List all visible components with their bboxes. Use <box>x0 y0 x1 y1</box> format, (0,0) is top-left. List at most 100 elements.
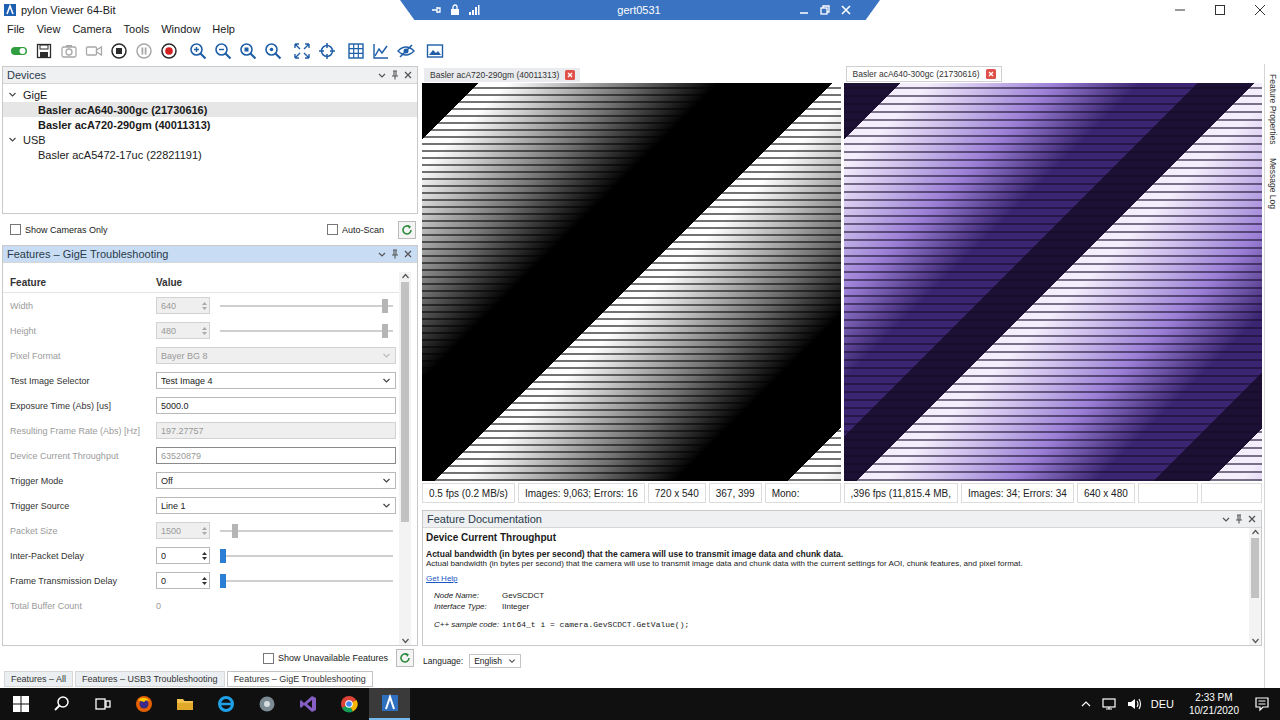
image-button[interactable] <box>425 41 444 61</box>
grid-button[interactable] <box>346 41 365 61</box>
zoom-out-button[interactable] <box>213 41 232 61</box>
device-item[interactable]: Basler acA5472-17uc (22821191) <box>3 147 417 162</box>
close-tab-icon[interactable] <box>986 69 996 79</box>
slider[interactable] <box>220 573 393 589</box>
show-unavailable-checkbox[interactable]: Show Unavailable Features <box>263 653 388 664</box>
record-button[interactable] <box>159 41 178 61</box>
close-icon[interactable] <box>403 249 413 259</box>
slider-thumb[interactable] <box>220 574 226 588</box>
pin-icon[interactable] <box>1234 514 1244 524</box>
close-icon[interactable] <box>1247 514 1257 524</box>
speaker-icon[interactable] <box>1126 697 1142 711</box>
viewer-tab[interactable]: Basler acA640-300gc (21730616) <box>846 66 1002 82</box>
viewer-tab[interactable]: Basler acA720-290gm (40011313) <box>424 68 580 82</box>
menu-item[interactable]: Help <box>206 23 241 35</box>
dropdown[interactable]: Off <box>156 472 396 489</box>
close-icon[interactable] <box>403 70 413 80</box>
crosshair-button[interactable] <box>317 41 336 61</box>
get-help-link[interactable]: Get Help <box>426 574 1245 583</box>
zoom-fit-button[interactable] <box>263 41 282 61</box>
zoom-reset-button[interactable] <box>238 41 257 61</box>
device-item[interactable]: Basler acA640-300gc (21730616) <box>3 102 417 117</box>
firefox-taskbar-button[interactable] <box>123 688 164 720</box>
close-tab-icon[interactable] <box>565 70 575 80</box>
chrome-taskbar-button[interactable] <box>328 688 369 720</box>
start-taskbar-button[interactable] <box>0 688 41 720</box>
spin-field[interactable]: 0 <box>156 572 210 589</box>
device-group[interactable]: USB <box>3 132 417 147</box>
visual-studio-icon <box>298 694 318 714</box>
device-group[interactable]: GigE <box>3 87 417 102</box>
pause-button[interactable] <box>134 41 153 61</box>
open-button[interactable] <box>9 41 28 61</box>
menu-item[interactable]: Camera <box>66 23 117 35</box>
show-cameras-only-checkbox[interactable]: Show Cameras Only <box>10 224 108 235</box>
zoom-in-button[interactable] <box>188 41 207 61</box>
menu-item[interactable]: Tools <box>118 23 156 35</box>
input-language[interactable]: DEU <box>1151 698 1174 710</box>
feature-tab[interactable]: Features – All <box>4 671 73 687</box>
scroll-down-icon[interactable] <box>401 637 410 645</box>
scroll-thumb[interactable] <box>1251 538 1259 598</box>
histogram-button[interactable] <box>371 41 390 61</box>
device-item[interactable]: Basler acA720-290gm (40011313) <box>3 117 417 132</box>
fit-window-button[interactable] <box>292 41 311 61</box>
menu-item[interactable]: File <box>1 23 31 35</box>
app-taskbar-button[interactable] <box>246 688 287 720</box>
chevron-down-icon[interactable] <box>377 249 387 259</box>
snapshot-button[interactable] <box>59 41 78 61</box>
scroll-up-icon[interactable] <box>401 272 410 280</box>
minimize-icon[interactable] <box>798 4 810 16</box>
explorer-taskbar-button[interactable] <box>164 688 205 720</box>
hide-button[interactable] <box>396 41 415 61</box>
spin-field[interactable]: 0 <box>156 547 210 564</box>
task-view-taskbar-button[interactable] <box>82 688 123 720</box>
menu-item[interactable]: View <box>31 23 67 35</box>
scroll-down-icon[interactable] <box>1251 637 1260 645</box>
features-scrollbar[interactable] <box>399 272 411 645</box>
menu-item[interactable]: Window <box>155 23 206 35</box>
dropdown[interactable]: Test Image 4 <box>156 372 396 389</box>
feature-tab[interactable]: Features – USB3 Troubleshooting <box>75 671 225 687</box>
expanded-chevron-icon[interactable] <box>8 90 17 99</box>
refresh-button[interactable] <box>396 649 414 667</box>
chevron-down-icon[interactable] <box>1221 514 1231 524</box>
slider-thumb[interactable] <box>220 549 226 563</box>
refresh-button[interactable] <box>398 221 416 239</box>
language-dropdown[interactable]: English <box>469 654 521 668</box>
pin-icon[interactable] <box>430 4 442 16</box>
visual-studio-taskbar-button[interactable] <box>287 688 328 720</box>
crosshair-icon <box>318 42 336 60</box>
ie-taskbar-button[interactable] <box>205 688 246 720</box>
documentation-scrollbar[interactable] <box>1249 528 1261 645</box>
side-tab[interactable]: Feature Properties <box>1268 74 1278 144</box>
feature-label: Resulting Frame Rate (Abs) [Hz] <box>3 426 156 436</box>
scroll-thumb[interactable] <box>401 282 409 522</box>
expanded-chevron-icon[interactable] <box>8 135 17 144</box>
search-taskbar-button[interactable] <box>41 688 82 720</box>
scroll-up-icon[interactable] <box>1251 528 1260 536</box>
network-icon[interactable] <box>1101 697 1117 711</box>
close-button[interactable] <box>1240 0 1280 20</box>
maximize-button[interactable] <box>1200 0 1240 20</box>
side-tab[interactable]: Message Log <box>1268 158 1278 209</box>
pin-icon[interactable] <box>390 70 400 80</box>
pylon-taskbar-button[interactable] <box>369 688 410 720</box>
close-icon[interactable] <box>840 4 852 16</box>
text-field[interactable]: 5000.0 <box>156 397 396 414</box>
restore-icon[interactable] <box>819 4 831 16</box>
show-hidden-icons-icon[interactable] <box>1080 698 1092 710</box>
feature-tab[interactable]: Features – GigE Troubleshooting <box>227 671 373 687</box>
save-button[interactable] <box>34 41 53 61</box>
dropdown[interactable]: Line 1 <box>156 497 396 514</box>
dropdown-caret-icon <box>382 376 391 385</box>
pin-icon[interactable] <box>390 249 400 259</box>
auto-scan-checkbox[interactable]: Auto-Scan <box>327 224 384 235</box>
stop-button[interactable] <box>109 41 128 61</box>
video-button[interactable] <box>84 41 103 61</box>
minimize-button[interactable] <box>1160 0 1200 20</box>
notifications-icon[interactable] <box>1254 696 1270 712</box>
clock[interactable]: 2:33 PM10/21/2020 <box>1189 691 1239 717</box>
chevron-down-icon[interactable] <box>377 70 387 80</box>
slider[interactable] <box>220 548 393 564</box>
